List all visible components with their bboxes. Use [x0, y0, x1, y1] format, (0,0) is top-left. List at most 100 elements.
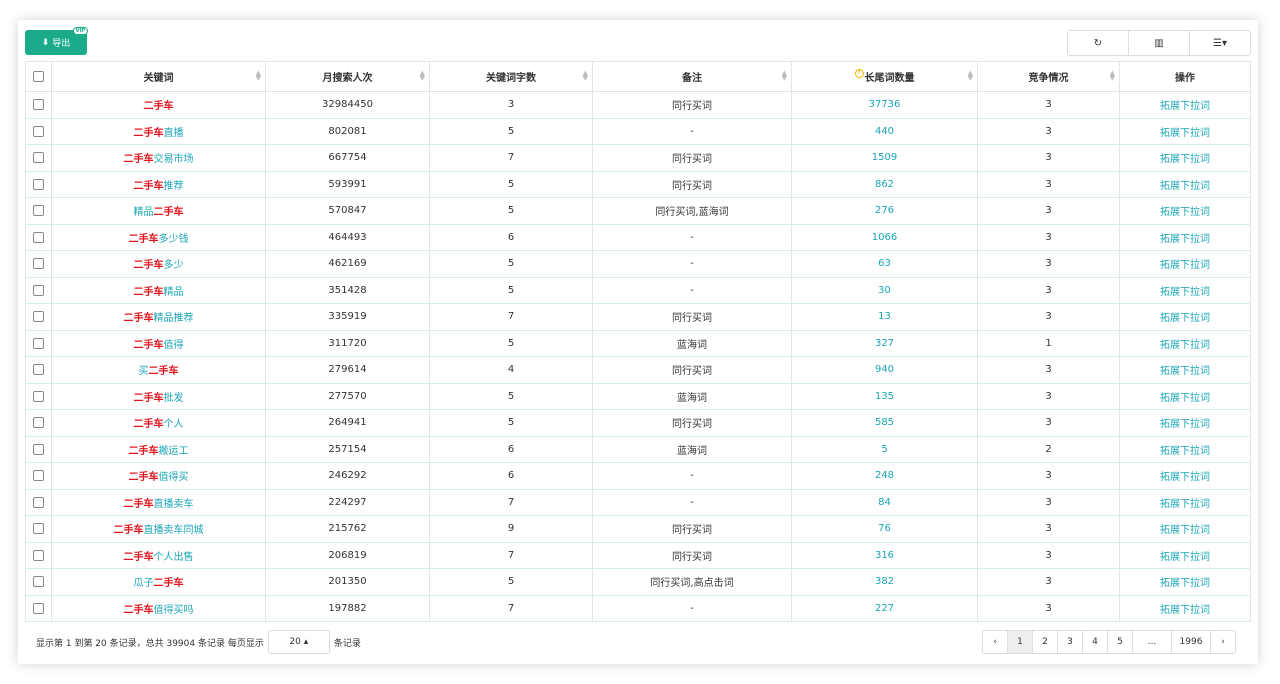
keyword-cell[interactable]: 二手车个人出售 — [51, 541, 266, 569]
action-cell[interactable]: 拓展下拉词 — [1119, 356, 1251, 384]
row-checkbox[interactable] — [33, 258, 44, 269]
row-checkbox[interactable] — [33, 523, 44, 534]
keyword-cell[interactable]: 二手车 — [51, 91, 266, 119]
row-checkbox[interactable] — [33, 496, 44, 508]
longtail-link[interactable]: 940 — [875, 364, 894, 375]
keyword-cell[interactable]: 二手车多少 — [51, 250, 266, 278]
page-button-3[interactable]: 3 — [1057, 630, 1083, 654]
expand-dropdown-words-link[interactable]: 拓展下拉词 — [1160, 128, 1210, 139]
longtail-link[interactable]: 84 — [878, 497, 891, 508]
expand-dropdown-words-link[interactable]: 拓展下拉词 — [1160, 313, 1210, 324]
keyword-cell[interactable]: 精品二手车 — [51, 197, 266, 225]
longtail-cell[interactable]: 585 — [791, 409, 978, 437]
row-checkbox[interactable] — [33, 602, 44, 614]
expand-dropdown-words-link[interactable]: 拓展下拉词 — [1160, 499, 1210, 510]
header-competition[interactable]: 竞争情况 ▲ ▼ — [977, 61, 1120, 92]
action-cell[interactable]: 拓展下拉词 — [1119, 91, 1251, 119]
keyword-cell[interactable]: 二手车直播卖车同城 — [51, 515, 266, 543]
action-cell[interactable]: 拓展下拉词 — [1119, 144, 1251, 172]
expand-dropdown-words-link[interactable]: 拓展下拉词 — [1160, 472, 1210, 483]
expand-dropdown-words-link[interactable]: 拓展下拉词 — [1160, 605, 1210, 616]
keyword-cell[interactable]: 二手车值得买 — [51, 462, 266, 490]
action-cell[interactable]: 拓展下拉词 — [1119, 250, 1251, 278]
action-cell[interactable]: 拓展下拉词 — [1119, 276, 1251, 304]
row-checkbox[interactable] — [33, 125, 44, 137]
longtail-cell[interactable]: 327 — [791, 329, 978, 357]
row-checkbox[interactable] — [33, 390, 44, 402]
longtail-link[interactable]: 76 — [878, 523, 891, 534]
action-cell[interactable]: 拓展下拉词 — [1119, 488, 1251, 516]
action-cell[interactable]: 拓展下拉词 — [1119, 594, 1251, 622]
row-checkbox[interactable] — [33, 231, 44, 243]
expand-dropdown-words-link[interactable]: 拓展下拉词 — [1160, 393, 1210, 404]
keyword-cell[interactable]: 二手车值得 — [51, 329, 266, 357]
action-cell[interactable]: 拓展下拉词 — [1119, 117, 1251, 145]
keyword-cell[interactable]: 二手车搬运工 — [51, 435, 266, 463]
keyword-cell[interactable]: 二手车直播卖车 — [51, 488, 266, 516]
longtail-cell[interactable]: 1066 — [791, 223, 978, 251]
longtail-link[interactable]: 248 — [875, 470, 894, 481]
longtail-cell[interactable]: 84 — [791, 488, 978, 516]
expand-dropdown-words-link[interactable]: 拓展下拉词 — [1160, 366, 1210, 377]
longtail-cell[interactable]: 382 — [791, 568, 978, 596]
action-cell[interactable]: 拓展下拉词 — [1119, 223, 1251, 251]
longtail-link[interactable]: 227 — [875, 603, 894, 614]
action-cell[interactable]: 拓展下拉词 — [1119, 435, 1251, 463]
header-note[interactable]: 备注 ▲ ▼ — [592, 61, 792, 92]
keyword-cell[interactable]: 买二手车 — [51, 356, 266, 384]
keyword-cell[interactable]: 瓜子二手车 — [51, 568, 266, 596]
page-button-5[interactable]: 5 — [1107, 630, 1133, 654]
keyword-cell[interactable]: 二手车值得买吗 — [51, 594, 266, 622]
longtail-link[interactable]: 30 — [878, 285, 891, 296]
longtail-link[interactable]: 382 — [875, 576, 894, 587]
action-cell[interactable]: 拓展下拉词 — [1119, 170, 1251, 198]
longtail-cell[interactable]: 37736 — [791, 91, 978, 119]
longtail-cell[interactable]: 5 — [791, 435, 978, 463]
longtail-link[interactable]: 862 — [875, 179, 894, 190]
expand-dropdown-words-link[interactable]: 拓展下拉词 — [1160, 340, 1210, 351]
expand-dropdown-words-link[interactable]: 拓展下拉词 — [1160, 181, 1210, 192]
select-all-checkbox[interactable] — [33, 70, 44, 82]
expand-dropdown-words-link[interactable]: 拓展下拉词 — [1160, 552, 1210, 563]
expand-dropdown-words-link[interactable]: 拓展下拉词 — [1160, 446, 1210, 457]
action-cell[interactable]: 拓展下拉词 — [1119, 197, 1251, 225]
keyword-cell[interactable]: 二手车推荐 — [51, 170, 266, 198]
longtail-link[interactable]: 63 — [878, 258, 891, 269]
row-checkbox[interactable] — [33, 311, 44, 322]
keyword-cell[interactable]: 二手车直播 — [51, 117, 266, 145]
longtail-link[interactable]: 37736 — [869, 99, 901, 110]
action-cell[interactable]: 拓展下拉词 — [1119, 568, 1251, 596]
longtail-cell[interactable]: 13 — [791, 303, 978, 331]
longtail-cell[interactable]: 440 — [791, 117, 978, 145]
longtail-cell[interactable]: 862 — [791, 170, 978, 198]
page-button-1996[interactable]: 1996 — [1171, 630, 1211, 654]
longtail-cell[interactable]: 30 — [791, 276, 978, 304]
longtail-link[interactable]: 585 — [875, 417, 894, 428]
longtail-link[interactable]: 1066 — [872, 232, 897, 243]
action-cell[interactable]: 拓展下拉词 — [1119, 541, 1251, 569]
longtail-cell[interactable]: 248 — [791, 462, 978, 490]
next-page-button[interactable]: › — [1210, 630, 1236, 654]
expand-dropdown-words-link[interactable]: 拓展下拉词 — [1160, 260, 1210, 271]
page-size-dropdown[interactable]: 20 ▴ — [267, 630, 330, 654]
expand-dropdown-words-link[interactable]: 拓展下拉词 — [1160, 101, 1210, 112]
row-checkbox[interactable] — [33, 470, 44, 481]
action-cell[interactable]: 拓展下拉词 — [1119, 515, 1251, 543]
expand-dropdown-words-link[interactable]: 拓展下拉词 — [1160, 525, 1210, 536]
row-checkbox[interactable] — [33, 364, 44, 375]
prev-page-button[interactable]: ‹ — [982, 630, 1008, 654]
action-cell[interactable]: 拓展下拉词 — [1119, 409, 1251, 437]
expand-dropdown-words-link[interactable]: 拓展下拉词 — [1160, 287, 1210, 298]
longtail-cell[interactable]: 316 — [791, 541, 978, 569]
expand-dropdown-words-link[interactable]: 拓展下拉词 — [1160, 207, 1210, 218]
expand-dropdown-words-link[interactable]: 拓展下拉词 — [1160, 154, 1210, 165]
row-checkbox[interactable] — [33, 178, 44, 190]
action-cell[interactable]: 拓展下拉词 — [1119, 329, 1251, 357]
refresh-button[interactable]: ↻ — [1067, 30, 1129, 56]
action-cell[interactable]: 拓展下拉词 — [1119, 462, 1251, 490]
row-checkbox[interactable] — [33, 205, 44, 216]
header-monthly-search[interactable]: 月搜索人次 ▲ ▼ — [265, 61, 430, 92]
export-button[interactable]: ⬇ 导出 VIP — [25, 27, 88, 55]
expand-dropdown-words-link[interactable]: 拓展下拉词 — [1160, 234, 1210, 245]
columns-toggle-button[interactable]: ▥ — [1128, 30, 1190, 56]
